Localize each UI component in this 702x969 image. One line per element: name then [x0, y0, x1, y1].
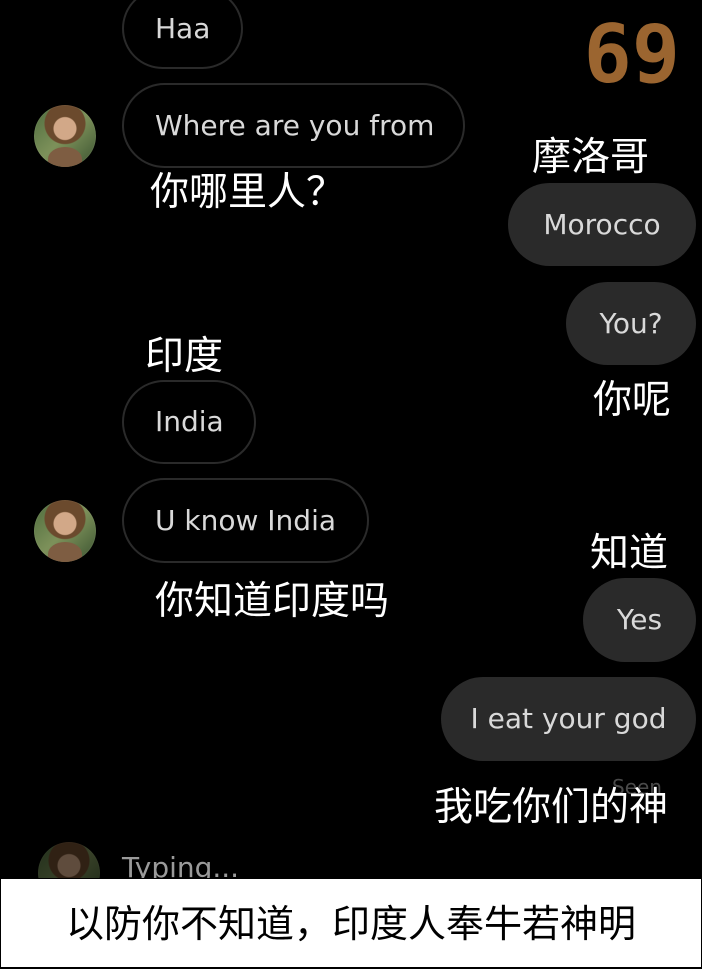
translation-caption-where: 你哪里人？ — [150, 170, 346, 215]
message-bubble-india: India — [122, 380, 256, 464]
message-bubble-where-are-you-from: Where are you from — [122, 83, 465, 168]
message-text: Yes — [616, 603, 663, 636]
message-text: You? — [599, 306, 663, 340]
message-bubble-i-eat-your-god: I eat your god — [441, 677, 696, 761]
bottom-caption: 以防你不知道，印度人奉牛若神明 — [0, 878, 702, 968]
message-bubble-u-know-india: U know India — [122, 478, 369, 563]
translation-caption-u-know-india: 你知道印度吗 — [155, 579, 390, 624]
translation-caption-yes: 知道 — [590, 531, 669, 576]
translation-caption-india: 印度 — [145, 334, 224, 379]
message-bubble-haa: Haa — [122, 0, 243, 69]
message-text: U know India — [155, 503, 337, 537]
message-bubble-yes: Yes — [583, 578, 696, 662]
translation-caption-i-eat-your-god: 我吃你们的神 — [434, 785, 669, 830]
message-text: Morocco — [543, 207, 661, 241]
message-text: I eat your god — [470, 702, 667, 735]
contact-avatar[interactable] — [34, 500, 96, 562]
message-bubble-you: You? — [566, 282, 696, 365]
message-text: Haa — [155, 11, 211, 45]
translation-caption-you: 你呢 — [593, 378, 672, 423]
message-bubble-morocco: Morocco — [508, 183, 696, 266]
message-text: Where are you from — [155, 108, 435, 142]
page-number-badge: 69 — [583, 8, 680, 101]
contact-avatar[interactable] — [34, 105, 96, 167]
translation-caption-morocco: 摩洛哥 — [532, 135, 650, 180]
message-text: India — [155, 405, 224, 438]
